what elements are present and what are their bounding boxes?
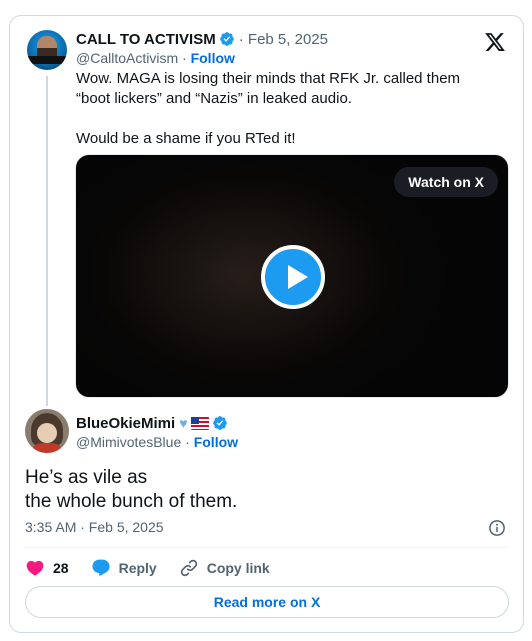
tweet-subline: @MimivotesBlue · Follow [76,434,239,450]
verified-badge-icon [219,32,234,46]
copy-link-button[interactable]: Copy link [179,558,270,578]
quoted-author-handle[interactable]: @CalltoActivism [76,50,178,66]
tweet-text-line: the whole bunch of them. [25,491,238,512]
quoted-tweet-subline: @CalltoActivism · Follow [76,50,235,66]
reply-label: Reply [118,560,157,576]
follow-button[interactable]: Follow [191,50,235,66]
tweet-text: He’s as vile as the whole bunch of them. [25,466,505,514]
watch-on-x-button[interactable]: Watch on X [394,167,498,197]
heart-icon [26,560,44,576]
verified-badge-icon [212,416,227,430]
quoted-tweet-paragraph: Would be a shame if you RTed it! [76,130,296,147]
call-to-activism-avatar[interactable] [27,30,67,70]
play-icon[interactable] [261,245,325,309]
read-more-button[interactable]: Read more on X [25,586,509,618]
like-button[interactable]: 28 [25,558,69,578]
quoted-tweet-header: CALL TO ACTIVISM · Feb 5, 2025 [76,29,328,49]
video-media[interactable]: Watch on X [75,154,509,398]
tweet-text-line: He’s as vile as [25,467,148,488]
author-handle[interactable]: @MimivotesBlue [76,434,181,450]
x-logo-icon[interactable] [484,31,506,53]
info-icon[interactable] [488,519,506,537]
quoted-tweet-text: Wow. MAGA is losing their minds that RFK… [76,69,496,149]
follow-button[interactable]: Follow [194,434,238,450]
quoted-tweet-date[interactable]: · Feb 5, 2025 [239,31,328,48]
divider [25,547,508,548]
reply-bubble-icon [92,559,110,577]
copy-link-label: Copy link [206,560,270,576]
us-flag-icon [190,416,209,430]
tweet-actions: 28 Reply Copy link [25,556,270,580]
like-count: 28 [53,560,69,576]
thread-line [46,76,48,406]
blueokiemimi-avatar[interactable] [25,409,69,453]
link-icon [180,559,197,577]
quoted-tweet-paragraph: Wow. MAGA is losing their minds that RFK… [76,70,461,107]
reply-button[interactable]: Reply [91,558,157,578]
quoted-author-name[interactable]: CALL TO ACTIVISM [76,31,216,48]
blue-heart-icon: ♥ [179,415,188,431]
author-name[interactable]: BlueOkieMimi [76,415,175,432]
tweet-embed-card: CALL TO ACTIVISM · Feb 5, 2025 @CalltoAc… [9,15,524,633]
tweet-timestamp[interactable]: 3:35 AM · Feb 5, 2025 [25,519,164,535]
tweet-header: BlueOkieMimi ♥ [76,413,228,433]
